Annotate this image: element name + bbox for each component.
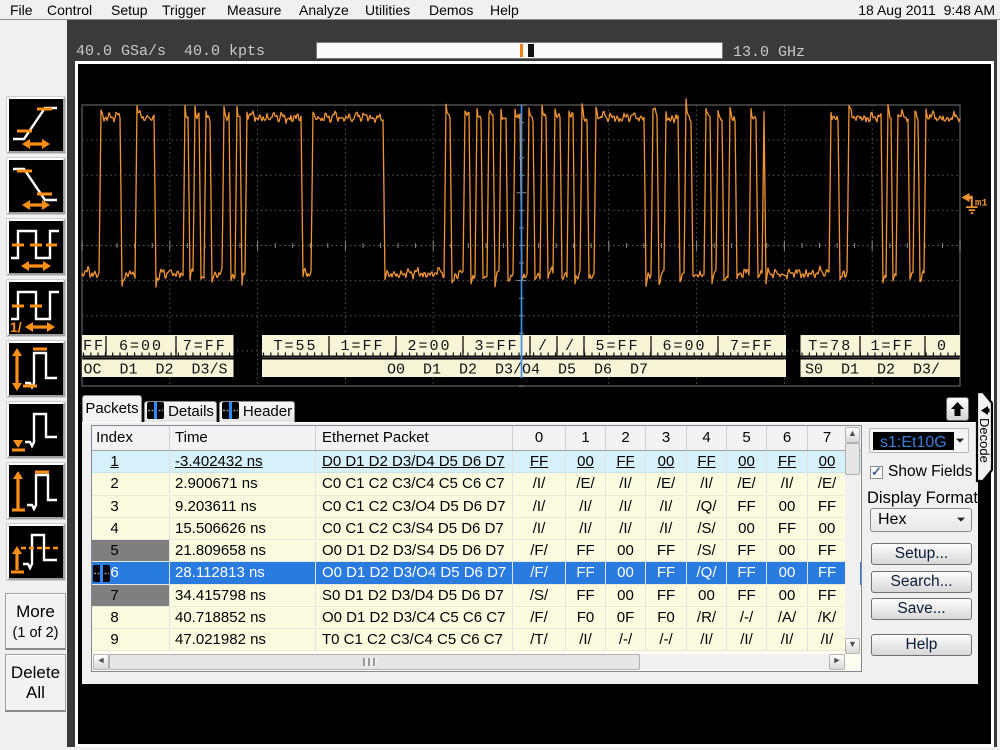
svg-text:7=FF: 7=FF xyxy=(183,338,227,355)
svg-text:5=FF: 5=FF xyxy=(595,338,639,355)
svg-text:/: / xyxy=(565,338,576,355)
svg-text:S0 D1 D2 D3/: S0 D1 D2 D3/ xyxy=(805,362,940,379)
svg-text:FF: FF xyxy=(83,338,105,355)
svg-text:/: / xyxy=(538,338,549,355)
svg-text:7=FF: 7=FF xyxy=(730,338,774,355)
svg-text:O0 D1 D2 D3/O4 D5 D6 D7: O0 D1 D2 D3/O4 D5 D6 D7 xyxy=(387,362,648,379)
svg-text:T=55: T=55 xyxy=(273,338,317,355)
svg-text:2=00: 2=00 xyxy=(407,338,451,355)
svg-text:6=00: 6=00 xyxy=(662,338,706,355)
svg-text:3=FF: 3=FF xyxy=(474,338,518,355)
svg-text:T=78: T=78 xyxy=(808,338,852,355)
svg-text:1=FF: 1=FF xyxy=(340,338,384,355)
svg-text:m1: m1 xyxy=(975,198,988,210)
svg-text:6=00: 6=00 xyxy=(119,338,163,355)
svg-text:OC D1 D2 D3/S: OC D1 D2 D3/S xyxy=(84,362,228,379)
svg-text:1=FF: 1=FF xyxy=(870,338,914,355)
svg-text:0: 0 xyxy=(937,338,948,355)
